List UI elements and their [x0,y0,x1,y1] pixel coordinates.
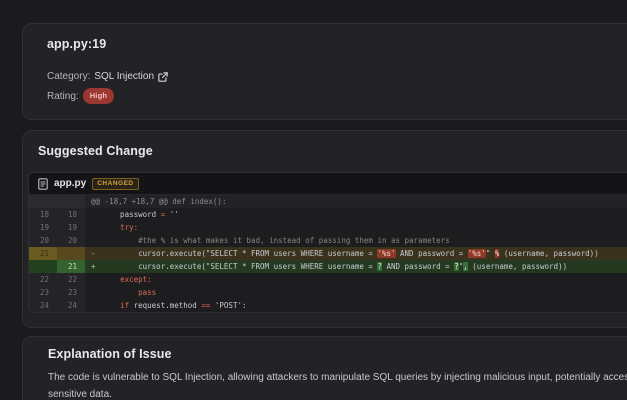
new-line-number: 20 [57,234,85,247]
new-line-number [57,195,85,208]
new-line-number [57,247,85,260]
new-line-number: 18 [57,208,85,221]
old-line-number: 18 [29,208,57,221]
new-line-number: 22 [57,273,85,286]
diff-filename: app.py [54,178,87,189]
diff-code-line: password = '' [85,208,627,221]
diff-code-line: except: [85,273,627,286]
diff-row: 18 18 password = '' [29,208,627,221]
diff-code-line: + cursor.execute("SELECT * FROM users WH… [85,260,627,273]
diff-marker [91,286,102,299]
category-value[interactable]: SQL Injection [94,71,154,82]
diff-marker [91,221,102,234]
diff-marker: - [91,249,96,258]
diff-code-line: try: [85,221,627,234]
diff-marker [91,234,102,247]
finding-title: app.py:19 [47,37,107,51]
new-line-number: 19 [57,221,85,234]
new-line-number: 24 [57,299,85,312]
new-line-number: 23 [57,286,85,299]
explanation-card: Explanation of Issue The code is vulnera… [22,336,627,400]
old-line-number: 22 [29,273,57,286]
diff-widget: app.py CHANGED @@ -18,7 +18,7 @@ def ind… [28,172,627,313]
diff-row: 22 22 except: [29,273,627,286]
suggested-change-title: Suggested Change [38,144,153,158]
old-line-number: 19 [29,221,57,234]
changed-badge: CHANGED [92,177,139,190]
explanation-line: The code is vulnerable to SQL Injection,… [48,372,627,383]
diff-row: 21 + cursor.execute("SELECT * FROM users … [29,260,627,273]
diff-code-line: #the % is what makes it bad, instead of … [85,234,627,247]
diff-marker [91,273,102,286]
old-line-number [29,195,57,208]
new-line-number: 21 [57,260,85,273]
rating-label: Rating: [47,90,79,102]
diff-row: 21 - cursor.execute("SELECT * FROM users … [29,247,627,260]
explanation-title: Explanation of Issue [48,347,172,361]
explanation-text: The code is vulnerable to SQL Injection,… [48,369,627,400]
category-label: Category: [47,71,91,82]
old-line-number: 21 [29,247,57,260]
explanation-line: sensitive data. [48,389,112,400]
finding-card: app.py:19 Category: SQL Injection Rating… [22,23,627,120]
diff-code-line: pass [85,286,627,299]
category-row: Category: SQL Injection [47,71,627,82]
diff-body: @@ -18,7 +18,7 @@ def index(): 18 18 passw… [29,195,627,312]
old-line-number: 24 [29,299,57,312]
diff-code-line: @@ -18,7 +18,7 @@ def index(): [85,195,627,208]
card-stack: app.py:19 Category: SQL Injection Rating… [22,23,627,400]
diff-row: @@ -18,7 +18,7 @@ def index(): [29,195,627,208]
diff-row: 24 24 if request.method == 'POST': [29,299,627,312]
external-link-icon[interactable] [158,71,168,82]
rating-row: Rating: High [47,88,627,104]
file-icon [38,177,48,190]
diff-marker: + [91,262,96,271]
suggested-change-card: Suggested Change app.py CHANGED @@ -18,7… [22,130,627,328]
diff-row: 20 20 #the % is what makes it bad, instea… [29,234,627,247]
diff-code-line: if request.method == 'POST': [85,299,627,312]
rating-badge: High [82,88,115,104]
old-line-number: 23 [29,286,57,299]
diff-file-header[interactable]: app.py CHANGED [29,173,627,195]
security-finding-page: app.py:19 Category: SQL Injection Rating… [0,0,627,400]
diff-row: 19 19 try: [29,221,627,234]
diff-code-line: - cursor.execute("SELECT * FROM users WH… [85,247,627,260]
old-line-number [29,260,57,273]
diff-marker [91,299,102,312]
old-line-number: 20 [29,234,57,247]
diff-marker [91,208,102,221]
diff-row: 23 23 pass [29,286,627,299]
